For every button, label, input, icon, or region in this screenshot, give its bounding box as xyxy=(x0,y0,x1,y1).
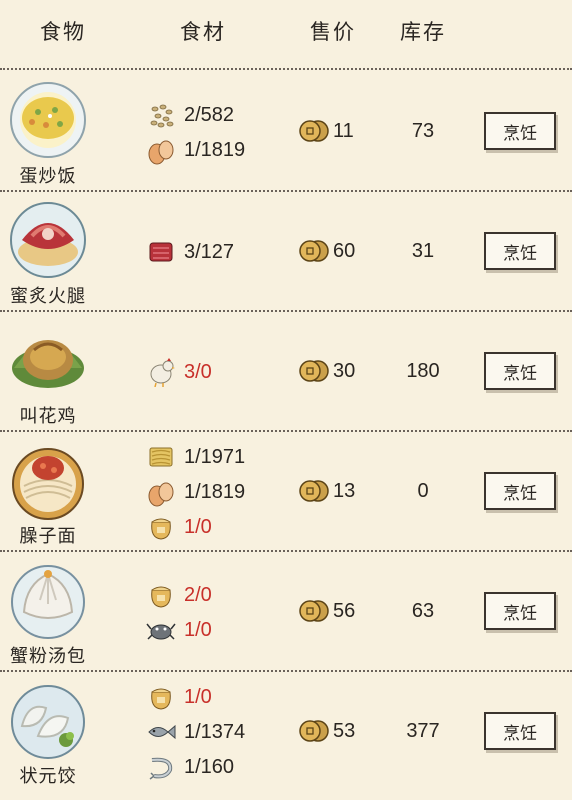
rice-grain-icon xyxy=(146,100,184,130)
header-price: 售价 xyxy=(310,21,356,44)
recipe-row: 蜜炙火腿 3/127 60 31 烹饪 xyxy=(0,192,572,312)
ingredient-amount: 1/1819 xyxy=(184,480,246,503)
ingredient-amount: 1/0 xyxy=(184,618,212,641)
price-value: 60 xyxy=(333,239,356,262)
ingredient-amount: 1/0 xyxy=(184,515,212,538)
dumplings-icon xyxy=(8,680,88,760)
dish-name: 蟹粉汤包 xyxy=(10,646,86,666)
price-value: 30 xyxy=(333,359,356,382)
noodles-icon xyxy=(146,442,184,472)
ingredient-amount: 2/582 xyxy=(184,103,235,126)
recipe-row: 叫花鸡 3/0 30 180 烹饪 xyxy=(0,312,572,432)
ham-icon xyxy=(146,237,184,267)
coin-icon xyxy=(298,596,333,626)
price-value: 53 xyxy=(333,719,356,742)
recipe-row: 状元饺 1/0 1/1374 1/160 53 377 烹饪 xyxy=(0,672,572,792)
price: 60 xyxy=(298,236,355,266)
ingredient-item: 1/160 xyxy=(146,750,234,784)
coin-icon xyxy=(298,236,333,266)
cook-button[interactable]: 烹饪 xyxy=(484,712,556,750)
cook-button[interactable]: 烹饪 xyxy=(484,592,556,630)
price: 53 xyxy=(298,716,355,746)
crab-icon xyxy=(146,615,184,645)
shrimp-icon xyxy=(146,752,184,782)
ingredient-amount: 3/127 xyxy=(184,240,235,263)
cook-button[interactable]: 烹饪 xyxy=(484,232,556,270)
ingredient-amount: 1/1971 xyxy=(184,445,246,468)
price-value: 13 xyxy=(333,479,356,502)
stock-value: 180 xyxy=(406,360,440,382)
header-food: 食物 xyxy=(40,21,86,44)
price: 56 xyxy=(298,596,355,626)
coin-icon xyxy=(298,716,333,746)
ingredient-item: 2/0 xyxy=(146,578,212,612)
beggar-chicken-icon xyxy=(8,320,88,400)
ingredient-amount: 3/0 xyxy=(184,360,212,383)
ingredient-item: 1/0 xyxy=(146,613,212,647)
coin-icon xyxy=(298,476,333,506)
egg-icon xyxy=(146,477,184,507)
recipe-row: 臊子面 1/1971 1/1819 1/0 13 0 烹饪 xyxy=(0,432,572,552)
noodle-bowl-icon xyxy=(8,440,88,520)
price-value: 56 xyxy=(333,599,356,622)
flour-sack-icon xyxy=(146,580,184,610)
recipe-row: 蛋炒饭 2/582 1/1819 11 73 烹饪 xyxy=(0,72,572,192)
egg-icon xyxy=(146,135,184,165)
dish-name: 蜜炙火腿 xyxy=(10,286,86,306)
ingredient-item: 1/0 xyxy=(146,510,212,544)
ingredient-item: 1/1971 xyxy=(146,440,245,474)
ingredient-amount: 1/0 xyxy=(184,685,212,708)
fish-icon xyxy=(146,717,184,747)
price-value: 11 xyxy=(333,119,354,142)
cook-button[interactable]: 烹饪 xyxy=(484,472,556,510)
price: 11 xyxy=(298,116,354,146)
ingredient-amount: 2/0 xyxy=(184,583,212,606)
ingredient-item: 1/1819 xyxy=(146,133,245,167)
flour-sack-icon xyxy=(146,682,184,712)
header-divider xyxy=(0,68,572,70)
stock-value: 377 xyxy=(406,720,440,742)
coin-icon xyxy=(298,356,333,386)
ingredient-item: 3/127 xyxy=(146,235,234,269)
ingredient-item: 3/0 xyxy=(146,355,212,389)
cook-button[interactable]: 烹饪 xyxy=(484,352,556,390)
table-header: 食物 食材 售价 库存 xyxy=(0,0,572,62)
ingredient-item: 2/582 xyxy=(146,98,234,132)
honey-ham-icon xyxy=(8,200,88,280)
ingredient-amount: 1/1819 xyxy=(184,138,246,161)
soup-dumpling-icon xyxy=(8,560,88,640)
stock-value: 0 xyxy=(417,480,429,502)
coin-icon xyxy=(298,116,333,146)
price: 13 xyxy=(298,476,355,506)
dish-name: 叫花鸡 xyxy=(19,406,77,426)
dish-name: 臊子面 xyxy=(19,526,77,546)
stock-value: 31 xyxy=(411,240,435,262)
recipe-row: 蟹粉汤包 2/0 1/0 56 63 烹饪 xyxy=(0,552,572,672)
ingredient-item: 1/0 xyxy=(146,680,212,714)
ingredient-amount: 1/1374 xyxy=(184,720,246,743)
dish-name: 状元饺 xyxy=(19,766,77,786)
header-ingredients: 食材 xyxy=(180,21,226,44)
dish-name: 蛋炒饭 xyxy=(19,166,77,186)
cook-button[interactable]: 烹饪 xyxy=(484,112,556,150)
flour-sack-icon xyxy=(146,512,184,542)
price: 30 xyxy=(298,356,355,386)
fried-rice-icon xyxy=(8,80,88,160)
ingredient-item: 1/1819 xyxy=(146,475,245,509)
header-stock: 库存 xyxy=(400,21,446,44)
ingredient-amount: 1/160 xyxy=(184,755,235,778)
stock-value: 73 xyxy=(411,120,435,142)
ingredient-item: 1/1374 xyxy=(146,715,245,749)
stock-value: 63 xyxy=(411,600,435,622)
chicken-icon xyxy=(146,357,184,387)
